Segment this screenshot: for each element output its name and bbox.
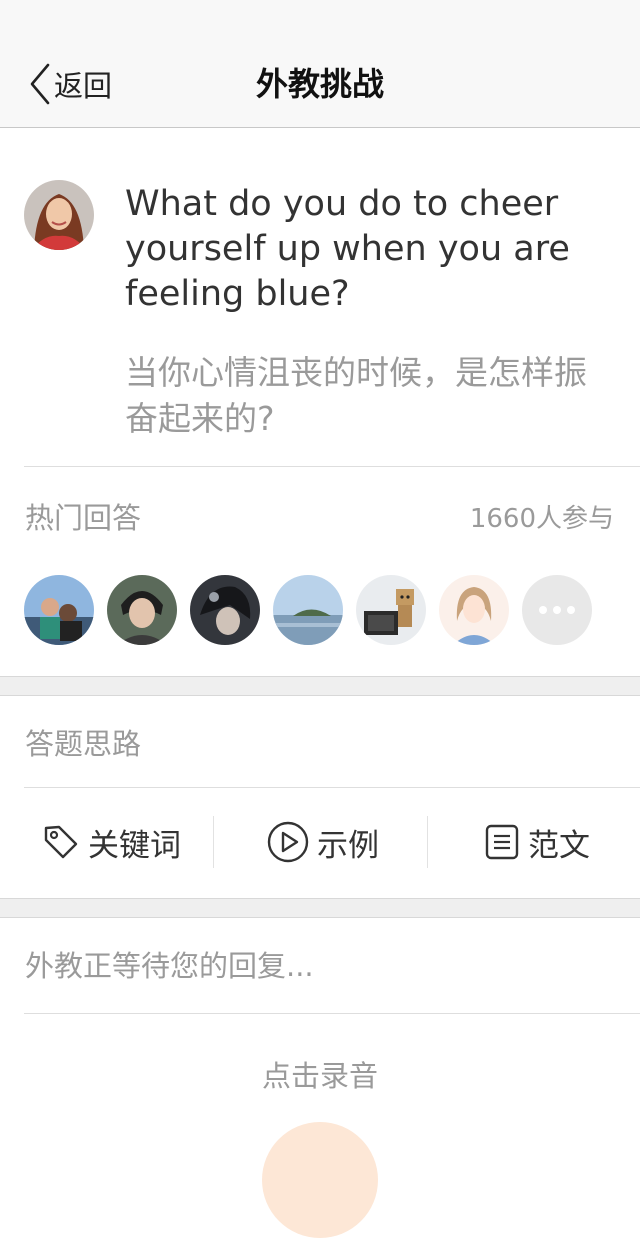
- divider: [427, 816, 428, 868]
- participant-count: 1660人参与: [469, 504, 614, 534]
- answer-avatar[interactable]: [107, 575, 177, 645]
- navigation-bar: 返回 外教挑战: [0, 0, 640, 128]
- example-label: 示例: [317, 827, 379, 864]
- keywords-label: 关键词: [88, 827, 181, 864]
- question-english: What do you do to cheer yourself up when…: [125, 184, 570, 314]
- play-icon: [267, 821, 309, 863]
- record-button[interactable]: [262, 1122, 378, 1238]
- reply-placeholder[interactable]: 外教正等待您的回复...: [25, 948, 314, 984]
- divider: [24, 466, 640, 467]
- teacher-avatar[interactable]: [24, 180, 94, 250]
- page-title: 外教挑战: [255, 65, 384, 103]
- dot: [539, 606, 547, 614]
- tag-icon: [44, 825, 78, 859]
- hot-answers-title: 热门回答: [25, 501, 142, 535]
- record-label: 点击录音: [261, 1059, 378, 1093]
- answer-avatar[interactable]: [190, 575, 260, 645]
- model-essay-label: 范文: [528, 827, 590, 864]
- answer-avatar[interactable]: [439, 575, 509, 645]
- answer-ideas-title: 答题思路: [25, 727, 142, 761]
- divider: [24, 1013, 640, 1014]
- divider: [213, 816, 214, 868]
- keywords-button[interactable]: 关键词: [42, 788, 181, 896]
- section-separator: [0, 898, 640, 918]
- question-chinese: 当你心情沮丧的时候，是怎样振奋起来的?: [125, 353, 587, 438]
- model-essay-button[interactable]: 范文: [484, 788, 590, 896]
- dot: [553, 606, 561, 614]
- answer-avatar[interactable]: [24, 575, 94, 645]
- answer-avatar[interactable]: [356, 575, 426, 645]
- answer-avatars: [24, 575, 605, 645]
- answer-tools: 关键词 示例 范文: [0, 788, 640, 896]
- more-answers-button[interactable]: [522, 575, 592, 645]
- dot: [567, 606, 575, 614]
- section-separator: [0, 676, 640, 696]
- example-button[interactable]: 示例: [267, 788, 379, 896]
- document-icon: [485, 824, 519, 860]
- answer-avatar[interactable]: [273, 575, 343, 645]
